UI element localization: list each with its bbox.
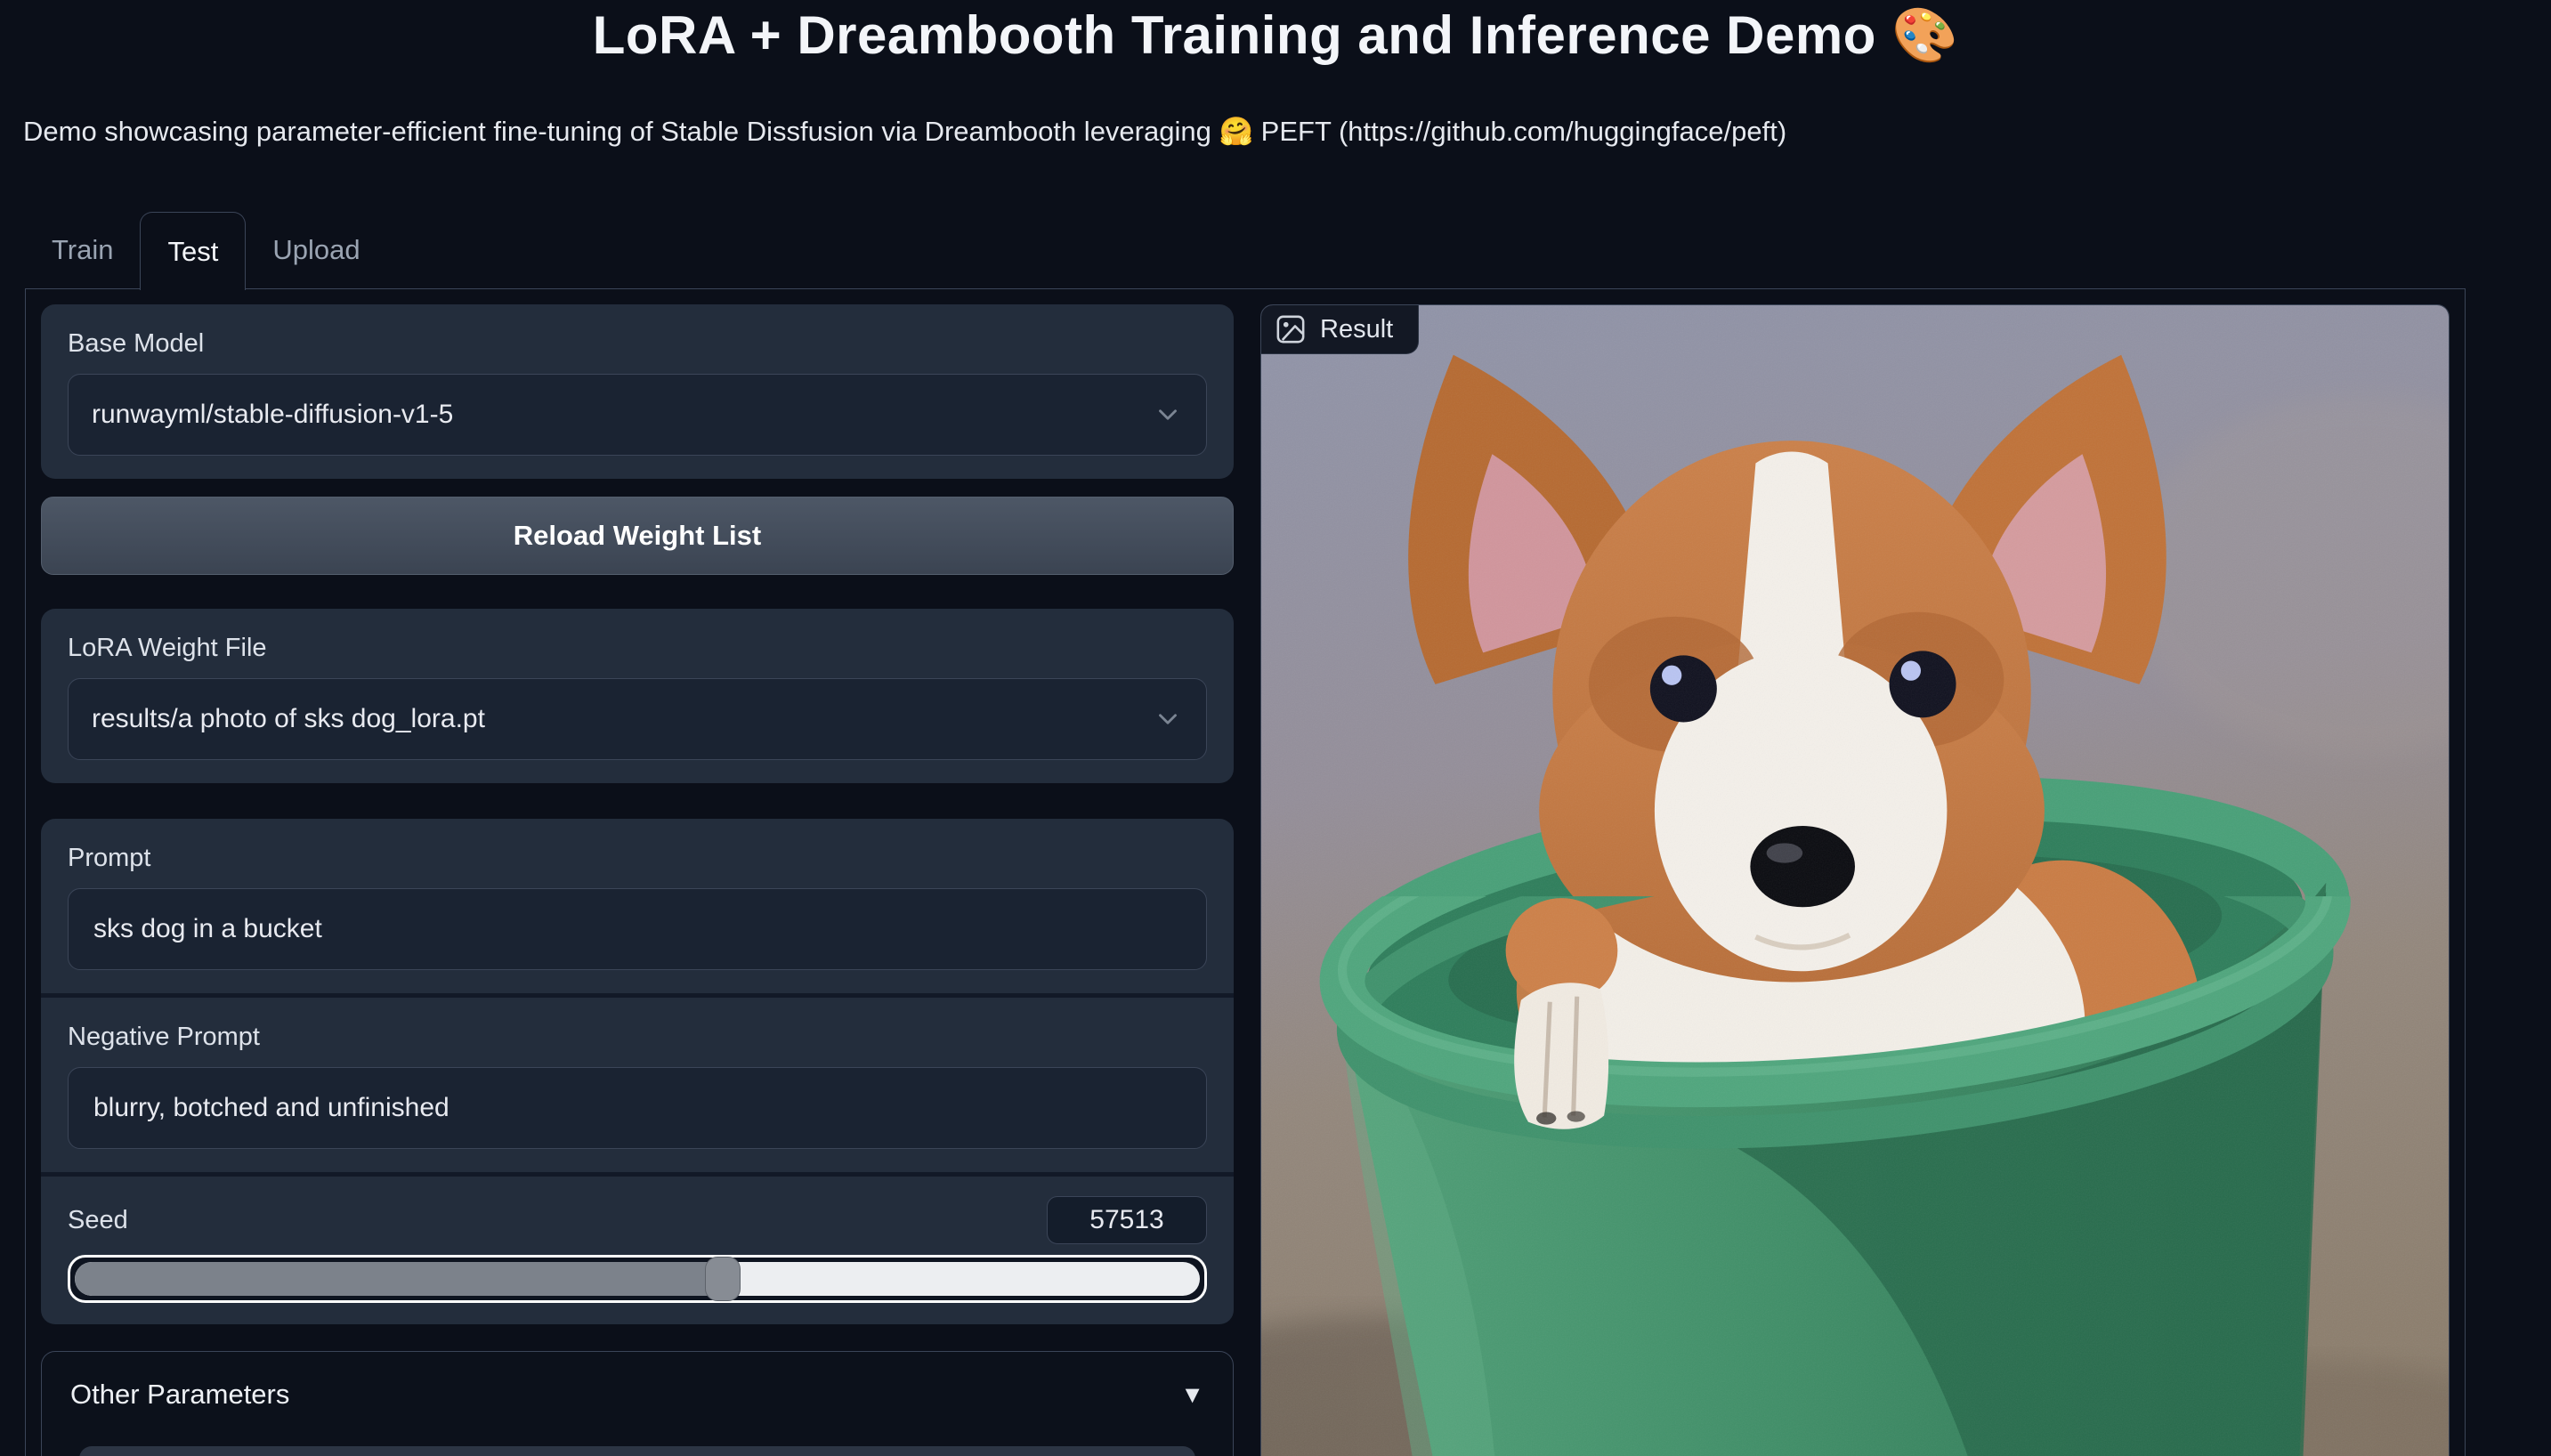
chevron-down-icon: [1153, 704, 1183, 734]
lora-weight-card: LoRA Weight File: [41, 609, 1234, 783]
prompt-section: Prompt: [41, 819, 1234, 993]
controls-column: Base Model Reload Weight List LoRA Weigh…: [41, 304, 1234, 1456]
seed-slider-fill: [75, 1262, 722, 1296]
other-parameters-label: Other Parameters: [70, 1379, 289, 1411]
test-tab-panel: Base Model Reload Weight List LoRA Weigh…: [25, 288, 2466, 1456]
result-image: [1261, 305, 2449, 1456]
seed-slider-track[interactable]: [75, 1262, 1200, 1296]
image-icon: [1276, 314, 1306, 344]
tab-bar: Train Test Upload: [25, 212, 2551, 288]
result-column: Result: [1260, 304, 2450, 1456]
other-parameters-accordion[interactable]: Other Parameters ▼: [41, 1351, 1234, 1456]
other-parameters-header[interactable]: Other Parameters ▼: [70, 1379, 1204, 1411]
accordion-caret-icon: ▼: [1180, 1381, 1204, 1409]
tab-test[interactable]: Test: [140, 212, 246, 290]
prompt-form-card: Prompt Negative Prompt Seed: [41, 819, 1234, 1324]
negative-prompt-section: Negative Prompt: [41, 998, 1234, 1172]
seed-section: Seed: [41, 1177, 1234, 1324]
negative-prompt-input[interactable]: [68, 1067, 1207, 1149]
chevron-down-icon: [1153, 400, 1183, 430]
negative-prompt-label: Negative Prompt: [68, 1021, 1207, 1053]
prompt-input[interactable]: [68, 888, 1207, 970]
result-label-chip: Result: [1261, 305, 1419, 354]
seed-number-input[interactable]: [1047, 1196, 1207, 1244]
lora-weight-value[interactable]: [92, 704, 1153, 734]
base-model-label: Base Model: [68, 328, 1207, 360]
lora-weight-dropdown[interactable]: [68, 678, 1207, 760]
lora-weight-label: LoRA Weight File: [68, 632, 1207, 664]
base-model-value[interactable]: [92, 400, 1153, 430]
result-label: Result: [1320, 315, 1393, 344]
page-title: LoRA + Dreambooth Training and Inference…: [0, 4, 2551, 67]
base-model-dropdown[interactable]: [68, 374, 1207, 456]
result-panel: Result: [1260, 304, 2450, 1456]
tab-upload[interactable]: Upload: [246, 212, 386, 288]
seed-slider[interactable]: [68, 1255, 1207, 1303]
seed-label: Seed: [68, 1204, 128, 1236]
seed-slider-thumb[interactable]: [705, 1257, 741, 1301]
base-model-card: Base Model: [41, 304, 1234, 479]
page-subtitle: Demo showcasing parameter-efficient fine…: [23, 115, 2551, 148]
prompt-label: Prompt: [68, 842, 1207, 874]
tab-train[interactable]: Train: [25, 212, 140, 288]
reload-weight-list-button[interactable]: Reload Weight List: [41, 497, 1234, 575]
accordion-partial-child: [79, 1446, 1195, 1456]
